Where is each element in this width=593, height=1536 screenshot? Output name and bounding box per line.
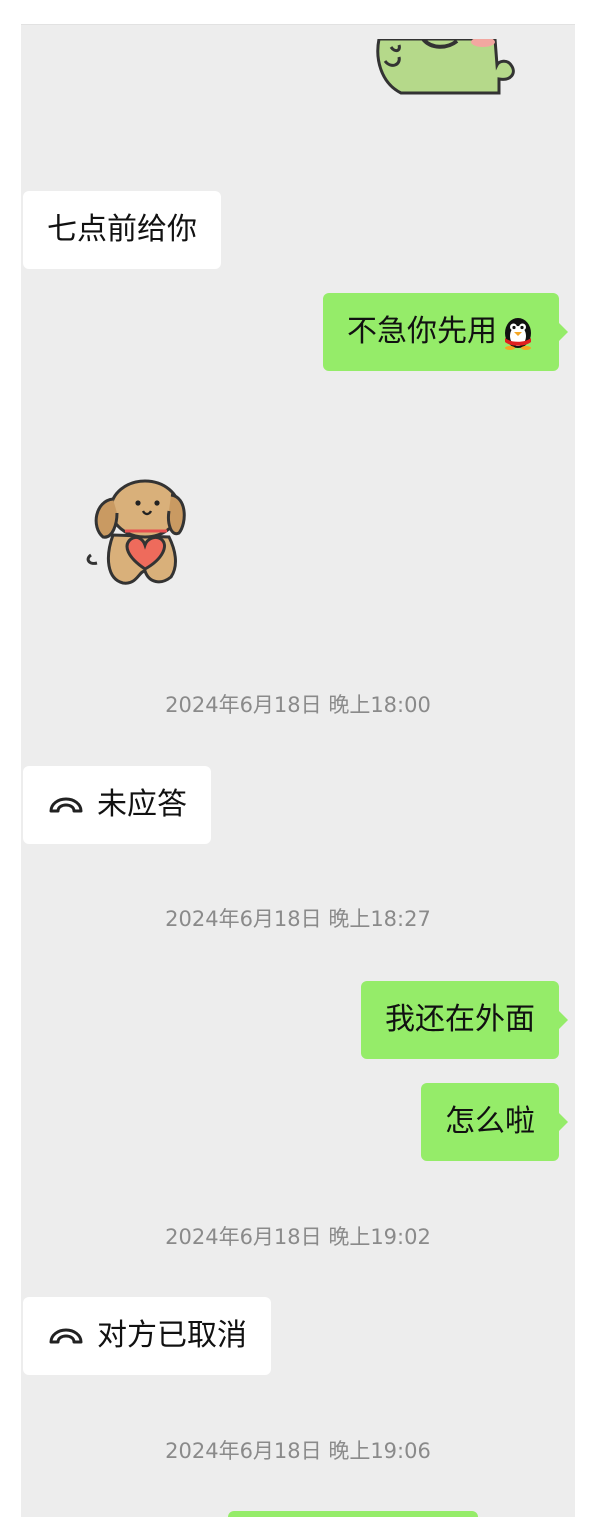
call-status-text: 未应答 [97, 787, 187, 822]
message-outgoing[interactable]: 不急你先用 [323, 293, 568, 371]
timestamp: 2024年6月18日 晚上19:02 [165, 1225, 431, 1249]
timestamp: 2024年6月18日 晚上18:27 [165, 907, 431, 931]
dinosaur-sticker[interactable] [371, 37, 521, 95]
message-incoming[interactable]: 七点前给你 [23, 191, 221, 269]
phone-hangup-icon [47, 1326, 85, 1348]
timestamp: 2024年6月18日 晚上18:00 [165, 693, 431, 717]
message-outgoing[interactable]: 我还在外面 [361, 981, 568, 1059]
call-status-text: 对方已取消 [97, 1318, 247, 1353]
chat-area[interactable]: 七点前给你 不急你先用 2024年6月18日 晚上18:00 未应答 2024年… [21, 24, 575, 1517]
call-record-missed[interactable]: 未应答 [23, 766, 211, 844]
puppy-heart-sticker[interactable] [83, 475, 193, 590]
message-outgoing-partial[interactable] [228, 1511, 478, 1517]
message-text: 七点前给你 [47, 212, 197, 247]
message-text: 怎么啦 [445, 1104, 535, 1139]
penguin-emoji-icon [501, 316, 535, 350]
message-outgoing[interactable]: 怎么啦 [421, 1083, 568, 1161]
timestamp: 2024年6月18日 晚上19:06 [165, 1439, 431, 1463]
phone-hangup-icon [47, 795, 85, 817]
message-text: 我还在外面 [385, 1002, 535, 1037]
call-record-cancelled[interactable]: 对方已取消 [23, 1297, 271, 1375]
message-text: 不急你先用 [347, 314, 497, 349]
